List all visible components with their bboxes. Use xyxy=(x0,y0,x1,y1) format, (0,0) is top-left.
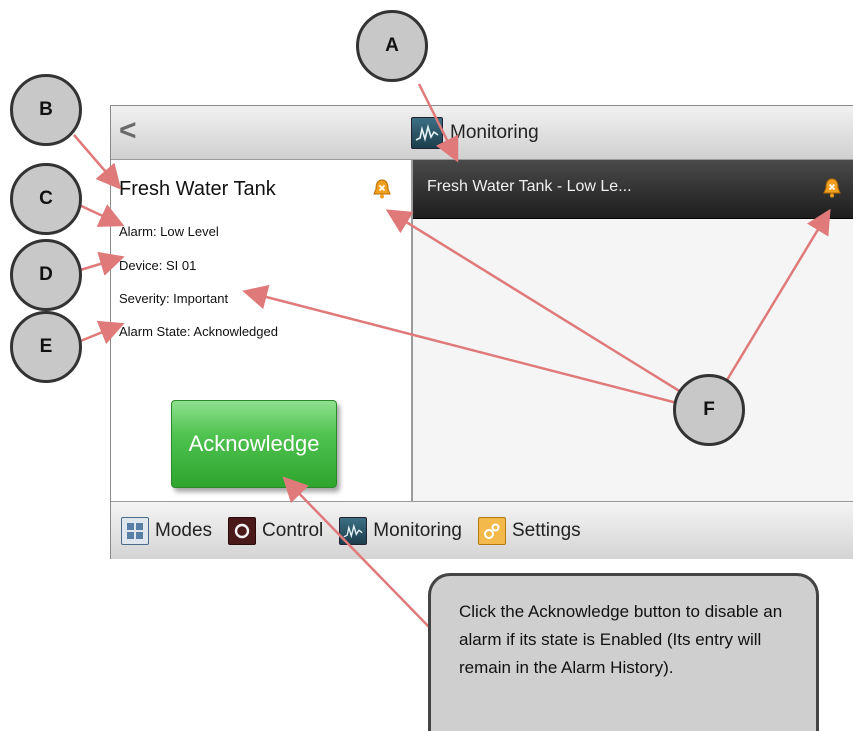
arrow-f-bell xyxy=(385,209,682,394)
arrow-c xyxy=(76,202,125,227)
arrow-f-list-bell xyxy=(725,208,831,381)
callout-d: D xyxy=(10,239,82,311)
instruction-note: Click the Acknowledge button to disable … xyxy=(428,573,819,731)
callout-a: A xyxy=(356,10,428,82)
callout-b: B xyxy=(10,74,82,146)
arrow-d xyxy=(76,251,125,276)
arrow-a xyxy=(417,83,459,163)
arrow-note xyxy=(282,476,431,629)
arrow-b xyxy=(73,134,122,190)
arrow-e xyxy=(77,320,125,345)
callout-f: F xyxy=(673,374,745,446)
arrow-f-severity xyxy=(242,284,682,406)
callout-c: C xyxy=(10,163,82,235)
callout-e: E xyxy=(10,311,82,383)
